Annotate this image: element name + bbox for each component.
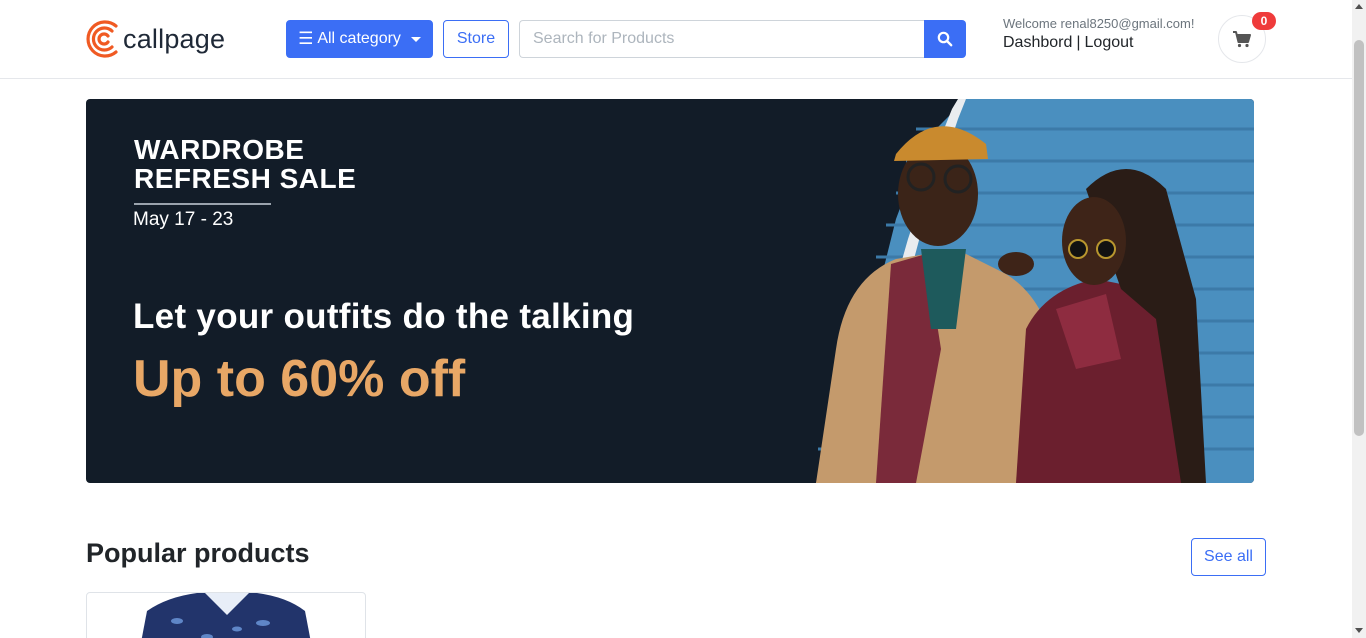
all-category-dropdown[interactable]: ☰ All category — [286, 20, 433, 58]
banner-offer: Up to 60% off — [133, 350, 466, 408]
dashboard-link[interactable]: Dashbord — [1003, 34, 1072, 52]
store-button[interactable]: Store — [443, 20, 509, 58]
link-separator: | — [1076, 34, 1081, 51]
banner-tagline: Let your outfits do the talking — [133, 297, 635, 336]
cart-count-badge: 0 — [1252, 12, 1276, 30]
banner-title: WARDROBE REFRESH SALE — [134, 135, 356, 193]
scroll-down-arrow-icon[interactable] — [1355, 628, 1363, 633]
all-category-label: All category — [317, 30, 401, 47]
caret-down-icon — [410, 36, 421, 42]
see-all-button[interactable]: See all — [1191, 538, 1266, 576]
scroll-up-arrow-icon[interactable] — [1355, 4, 1363, 9]
search-button[interactable] — [924, 20, 966, 58]
banner-date: May 17 - 23 — [133, 209, 234, 230]
banner-divider — [134, 203, 271, 205]
top-navbar: callpage ☰ All category Store Welcome re… — [0, 0, 1352, 79]
banner-fashion-photo — [816, 99, 1254, 483]
page-scrollbar[interactable] — [1352, 0, 1366, 638]
brand-name: callpage — [123, 23, 226, 54]
banner-title-line1: WARDROBE — [134, 134, 305, 165]
product-card[interactable] — [86, 592, 366, 638]
promo-banner[interactable]: WARDROBE REFRESH SALE May 17 - 23 Let yo… — [86, 99, 1254, 483]
account-links: Dashbord | Logout — [1003, 34, 1133, 52]
welcome-text: Welcome renal8250@gmail.com! — [1003, 16, 1195, 31]
logout-link[interactable]: Logout — [1085, 34, 1134, 52]
search-icon — [937, 31, 953, 47]
menu-bars-icon: ☰ — [298, 29, 314, 48]
callpage-logo-icon — [86, 20, 118, 58]
banner-title-line2: REFRESH SALE — [134, 163, 357, 194]
brand-logo[interactable]: callpage — [86, 17, 225, 61]
search-input[interactable] — [519, 20, 925, 58]
popular-products-heading: Popular products — [86, 538, 310, 568]
product-image — [141, 593, 311, 638]
scrollbar-thumb[interactable] — [1354, 40, 1364, 436]
shopping-cart-icon — [1233, 31, 1251, 48]
